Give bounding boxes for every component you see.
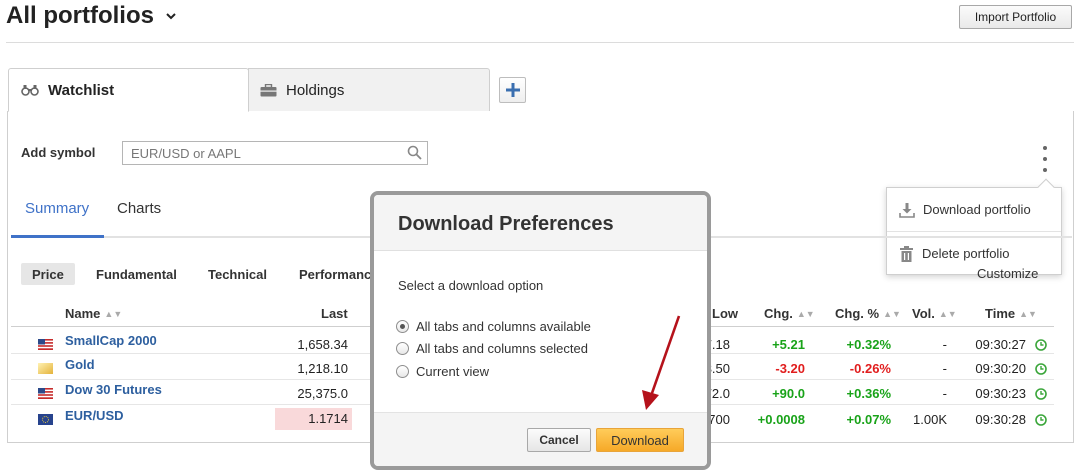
row-chg: +0.0008: [757, 412, 805, 427]
row-chg: +5.21: [772, 337, 805, 352]
row-time: 09:30:23: [975, 386, 1026, 401]
trash-icon: [899, 245, 914, 262]
add-symbol-label: Add symbol: [21, 145, 96, 160]
row-vol: -: [942, 386, 947, 401]
subtab-charts[interactable]: Charts: [117, 200, 161, 217]
radio-button[interactable]: [396, 342, 409, 355]
option-label: All tabs and columns selected: [416, 341, 588, 356]
subtab-active-indicator: [11, 235, 104, 238]
row-name[interactable]: SmallCap 2000: [65, 331, 157, 351]
menu-item-delete-label: Delete portfolio: [922, 246, 1010, 261]
row-chg-pct: +0.36%: [846, 386, 891, 401]
clock-icon: [1035, 363, 1047, 375]
import-portfolio-button[interactable]: Import Portfolio: [959, 5, 1072, 29]
row-chg: +90.0: [772, 386, 805, 401]
add-portfolio-button[interactable]: [499, 77, 526, 103]
sort-icon: ▲▼: [796, 308, 815, 319]
col-header-time[interactable]: Time ▲▼: [985, 306, 1037, 321]
row-last: 1.1714: [275, 408, 352, 430]
option-label: Current view: [416, 364, 489, 379]
clock-icon: [1035, 388, 1047, 400]
view-fundamental[interactable]: Fundamental: [96, 263, 177, 285]
binoculars-icon: [21, 84, 39, 96]
row-time: 09:30:28: [975, 412, 1026, 427]
row-vol: 1.00K: [913, 412, 947, 427]
portfolio-options-menu: Download portfolio Delete portfolio: [886, 187, 1062, 275]
row-vol: -: [942, 361, 947, 376]
dialog-footer: Cancel Download: [374, 412, 707, 466]
plus-icon: [505, 83, 520, 97]
row-time: 09:30:27: [975, 337, 1026, 352]
clock-icon: [1035, 414, 1047, 426]
row-name[interactable]: Dow 30 Futures: [65, 380, 162, 400]
row-chg-pct: -0.26%: [849, 361, 891, 376]
download-button[interactable]: Download: [596, 428, 684, 452]
radio-button-checked[interactable]: [396, 320, 409, 333]
option-label: All tabs and columns available: [416, 319, 591, 334]
row-chg-pct: +0.07%: [846, 412, 891, 427]
briefcase-icon: [260, 83, 277, 97]
search-icon[interactable]: [407, 145, 422, 160]
us-flag-icon: [38, 386, 53, 399]
sort-icon: ▲▼: [938, 308, 957, 319]
more-options-icon[interactable]: [1040, 146, 1050, 172]
annotation-arrow: [642, 315, 681, 410]
sort-icon: ▲▼: [1019, 308, 1037, 319]
col-header-name[interactable]: Name ▲▼: [65, 306, 122, 321]
chevron-down-icon[interactable]: [164, 9, 178, 23]
col-header-vol[interactable]: Vol. ▲▼: [912, 306, 957, 321]
row-last: 25,375.0: [297, 386, 348, 401]
col-header-last[interactable]: Last: [321, 306, 348, 321]
eu-flag-icon: [38, 412, 53, 425]
subtab-summary[interactable]: Summary: [25, 200, 89, 217]
gold-flag-icon: [38, 361, 53, 374]
sort-icon: ▲▼: [883, 308, 901, 319]
row-vol: -: [942, 337, 947, 352]
col-header-chg[interactable]: Chg. ▲▼: [764, 306, 815, 321]
option-all-selected[interactable]: All tabs and columns selected: [396, 341, 588, 356]
view-performance[interactable]: Performance: [299, 263, 378, 285]
option-all-available[interactable]: All tabs and columns available: [396, 319, 591, 334]
download-icon: [899, 202, 915, 218]
menu-item-download-label: Download portfolio: [923, 202, 1031, 217]
option-current-view[interactable]: Current view: [396, 364, 489, 379]
symbol-search-input[interactable]: [122, 141, 428, 165]
us-flag-icon: [38, 337, 53, 350]
view-price[interactable]: Price: [21, 263, 75, 285]
row-name[interactable]: EUR/USD: [65, 406, 124, 426]
col-header-low[interactable]: Low: [712, 306, 738, 321]
row-name[interactable]: Gold: [65, 355, 95, 375]
clock-icon: [1035, 339, 1047, 351]
radio-button[interactable]: [396, 365, 409, 378]
tab-holdings[interactable]: Holdings: [248, 68, 490, 112]
dialog-subtitle: Select a download option: [398, 278, 544, 293]
tab-watchlist-label: Watchlist: [48, 81, 115, 99]
row-chg: -3.20: [775, 361, 805, 376]
tab-watchlist[interactable]: Watchlist: [8, 68, 249, 112]
row-last: 1,218.10: [297, 361, 348, 376]
menu-item-download-portfolio[interactable]: Download portfolio: [887, 188, 1061, 231]
dialog-title: Download Preferences: [398, 213, 614, 235]
row-time: 09:30:20: [975, 361, 1026, 376]
customize-link[interactable]: Customize: [977, 266, 1038, 281]
cancel-button[interactable]: Cancel: [527, 428, 591, 452]
page-title-text: All portfolios: [6, 2, 154, 29]
row-chg-pct: +0.32%: [846, 337, 891, 352]
header-divider: [6, 42, 1074, 43]
view-technical[interactable]: Technical: [208, 263, 267, 285]
col-header-chg-pct[interactable]: Chg. % ▲▼: [835, 306, 901, 321]
dialog-header: Download Preferences: [374, 195, 707, 251]
row-last: 1,658.34: [297, 337, 348, 352]
page-title[interactable]: All portfolios: [6, 2, 178, 30]
sort-icon: ▲▼: [104, 308, 123, 319]
tab-holdings-label: Holdings: [286, 81, 345, 99]
